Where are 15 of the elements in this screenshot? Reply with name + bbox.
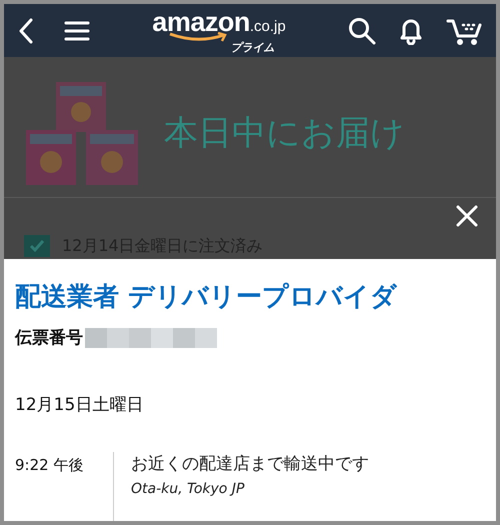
event-time: 9:22 午後 — [15, 455, 84, 476]
checkbox[interactable] — [24, 235, 50, 257]
tracking-label: 伝票番号 — [15, 327, 83, 349]
cart-icon[interactable] — [446, 16, 482, 44]
check-icon — [29, 239, 45, 253]
date-label: 12月15日土曜日 — [15, 394, 144, 416]
sheet-title: 配送業者 デリバリープロバイダ — [15, 281, 398, 314]
search-icon[interactable] — [348, 16, 376, 44]
bell-icon[interactable] — [398, 16, 424, 44]
event-location: Ota-ku, Tokyo JP — [131, 481, 246, 497]
close-icon[interactable] — [456, 205, 478, 227]
back-icon[interactable] — [18, 18, 34, 44]
event-description: お近くの配達店まで輸送中です — [131, 453, 369, 475]
menu-icon[interactable] — [64, 20, 90, 42]
delivery-heading: 本日中にお届け — [164, 112, 405, 155]
